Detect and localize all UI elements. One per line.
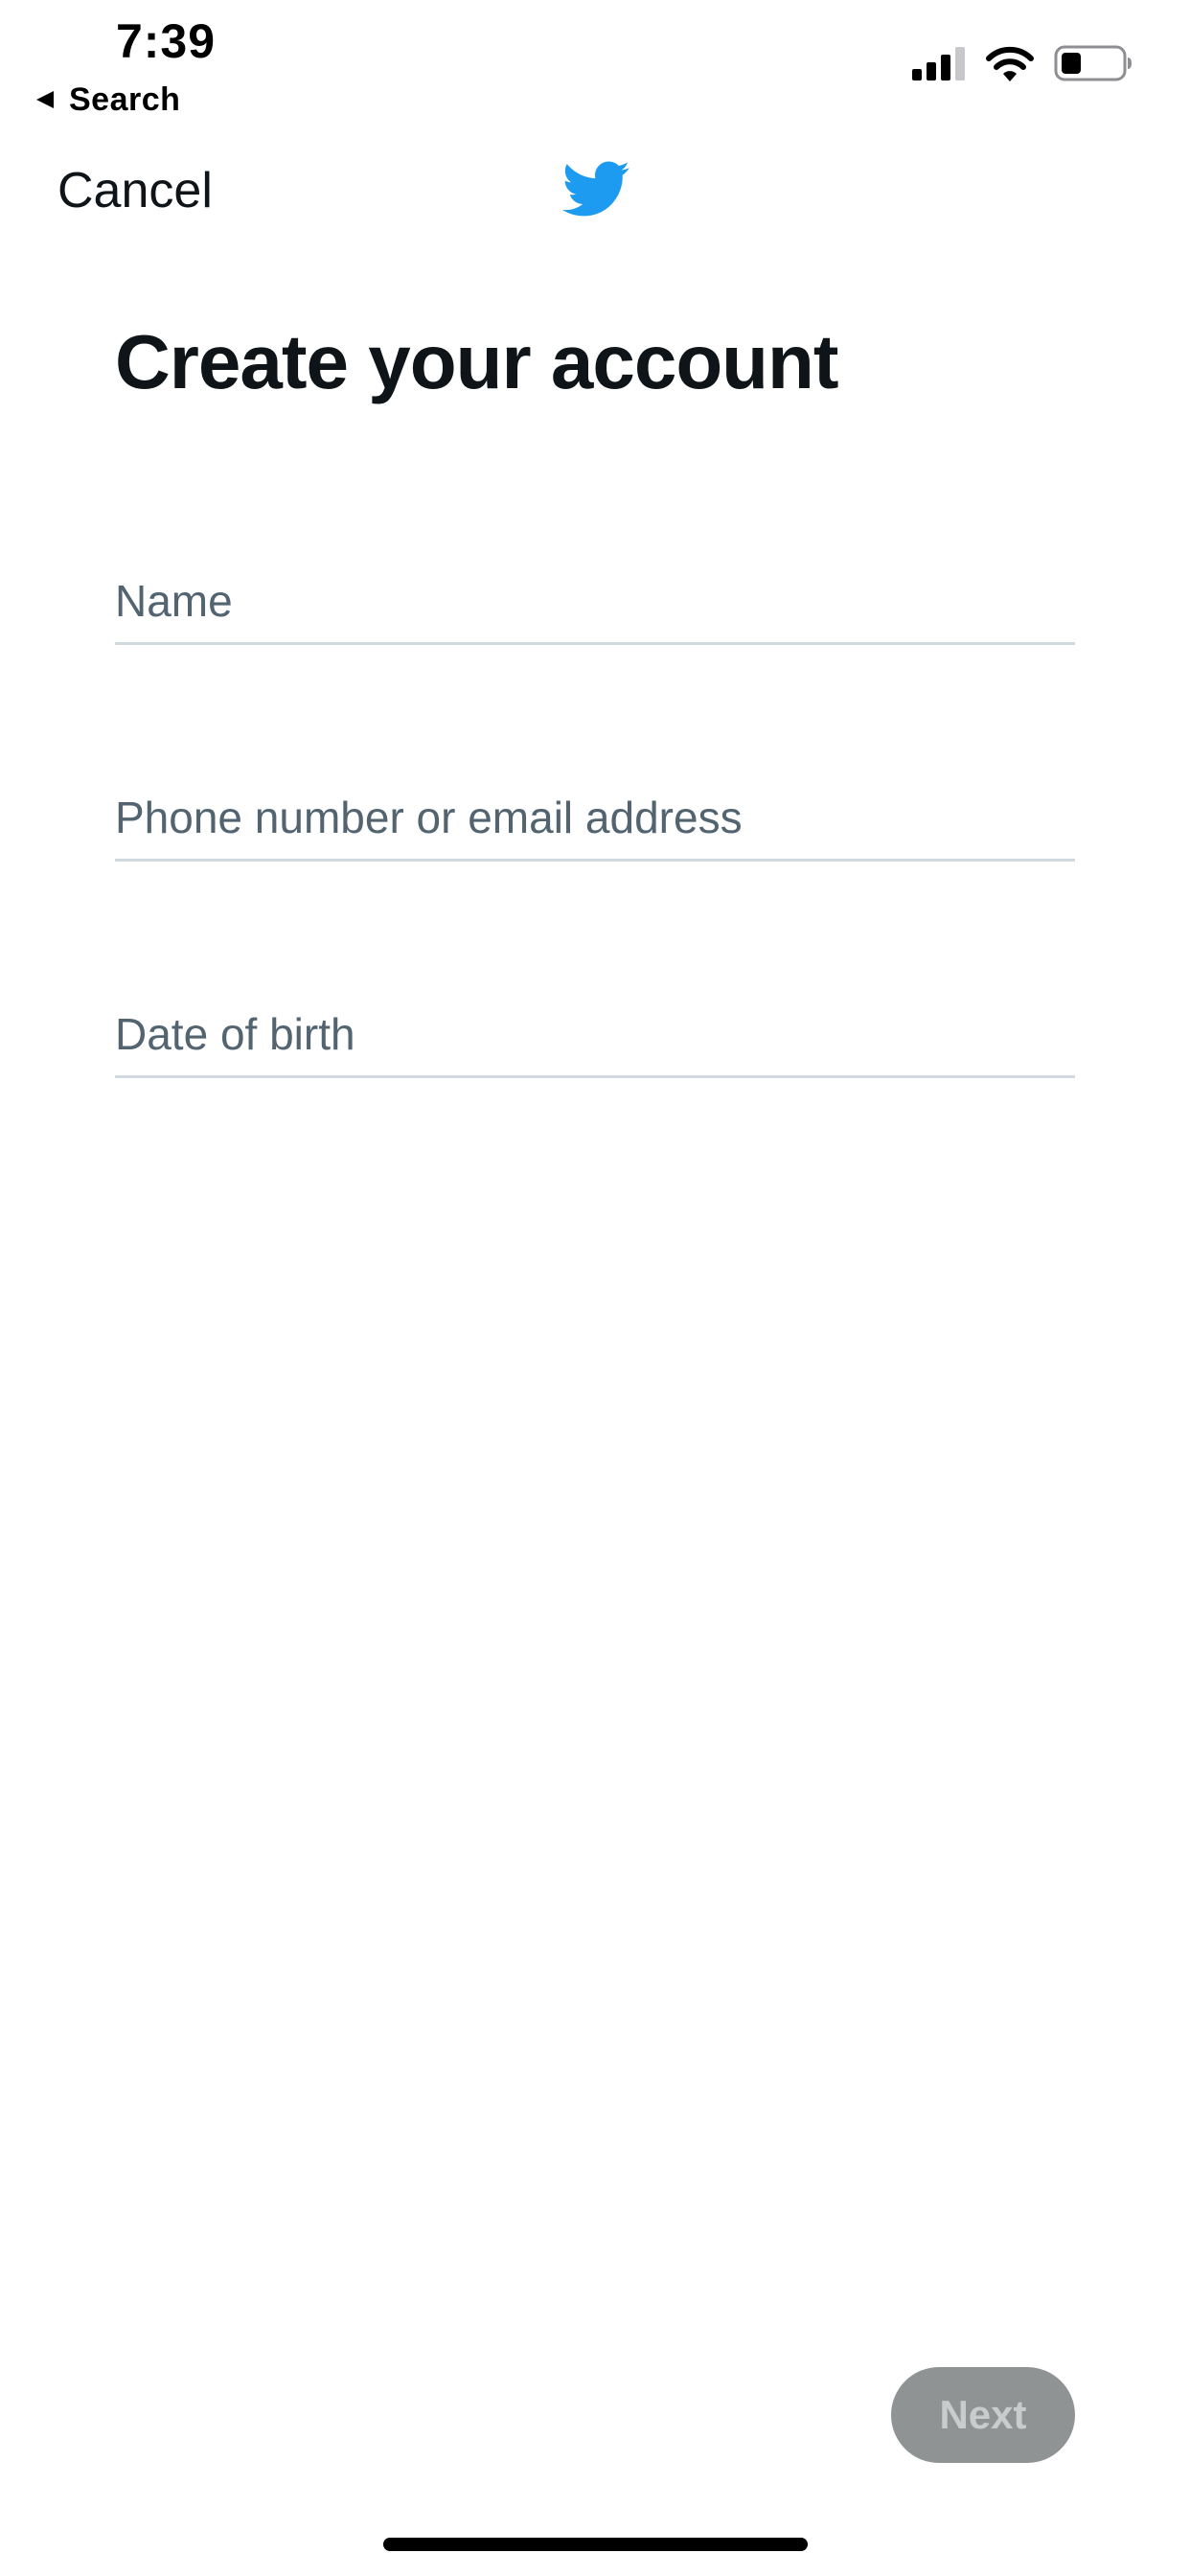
twitter-bird-icon (554, 153, 636, 224)
back-triangle-icon (36, 91, 54, 108)
status-time: 7:39 (115, 14, 217, 68)
battery-icon (1054, 45, 1132, 81)
date-of-birth-input[interactable] (115, 1008, 1075, 1060)
page-title: Create your account (115, 319, 839, 404)
signup-screen: 7:39 Search Cancel Create your account N… (0, 0, 1190, 2576)
wifi-icon (986, 46, 1034, 81)
name-input[interactable] (115, 575, 1075, 627)
next-button[interactable]: Next (891, 2367, 1075, 2463)
cellular-signal-icon (912, 47, 965, 80)
back-to-search-label: Search (69, 80, 181, 118)
status-indicators (912, 42, 1133, 84)
phone-or-email-field[interactable] (115, 763, 1075, 862)
date-of-birth-field[interactable] (115, 979, 1075, 1078)
cancel-button[interactable]: Cancel (57, 157, 213, 224)
name-field[interactable] (115, 546, 1075, 645)
home-indicator[interactable] (383, 2538, 808, 2551)
phone-or-email-input[interactable] (115, 792, 1075, 843)
back-to-search-link[interactable]: Search (34, 80, 180, 119)
